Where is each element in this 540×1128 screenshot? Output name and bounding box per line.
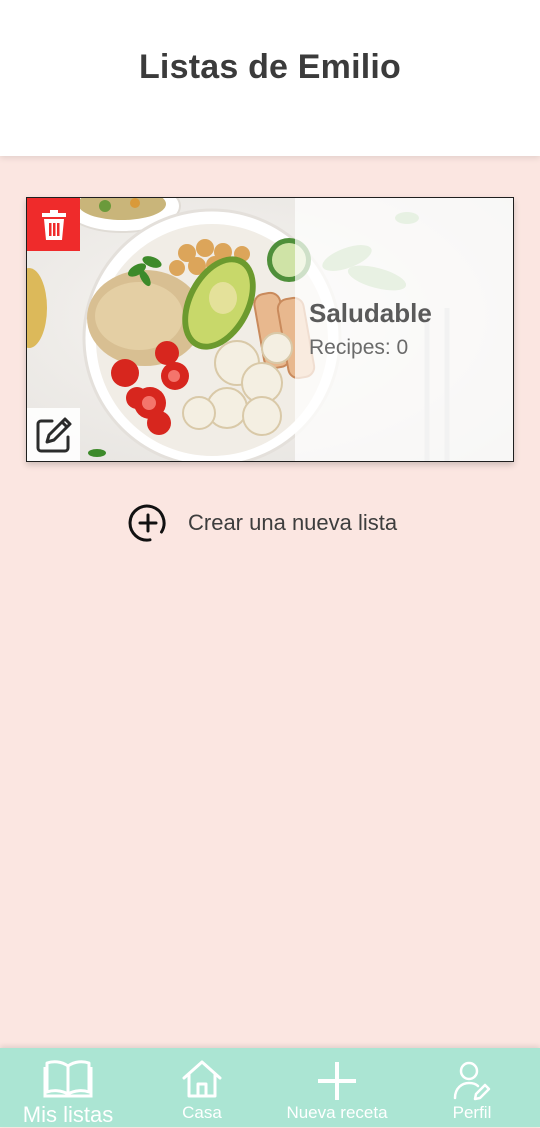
nav-mis-listas[interactable]: Mis listas [8, 1048, 128, 1127]
nav-label-mis-listas: Mis listas [22, 1102, 114, 1127]
list-info-overlay [295, 198, 513, 461]
nav-label-nueva-receta: Nueva receta [286, 1103, 388, 1122]
nav-nueva-receta[interactable]: Nueva receta [272, 1048, 402, 1127]
plus-icon [318, 1062, 356, 1100]
create-list-button[interactable]: Crear una nueva lista [128, 503, 397, 543]
edit-list-button[interactable] [27, 408, 80, 461]
user-edit-icon [453, 1061, 491, 1101]
home-icon [182, 1060, 222, 1098]
bottom-nav: Mis listas Casa Nueva receta Perfil [0, 1048, 540, 1127]
edit-icon [36, 417, 71, 452]
list-recipe-count: Recipes: 0 [309, 336, 409, 359]
app-header: Listas de Emilio [0, 0, 540, 156]
delete-list-button[interactable] [27, 198, 80, 251]
create-list-label: Crear una nueva lista [188, 510, 398, 535]
nav-perfil[interactable]: Perfil [432, 1048, 512, 1127]
book-icon [43, 1060, 93, 1098]
plus-circle-icon [128, 504, 166, 542]
list-name: Saludable [309, 298, 432, 328]
nav-label-casa: Casa [182, 1103, 222, 1122]
list-card[interactable]: Saludable Recipes: 0 [26, 197, 514, 462]
trash-icon [41, 209, 66, 240]
page-title: Listas de Emilio [138, 47, 402, 86]
nav-casa[interactable]: Casa [152, 1048, 252, 1127]
nav-label-perfil: Perfil [452, 1103, 492, 1122]
